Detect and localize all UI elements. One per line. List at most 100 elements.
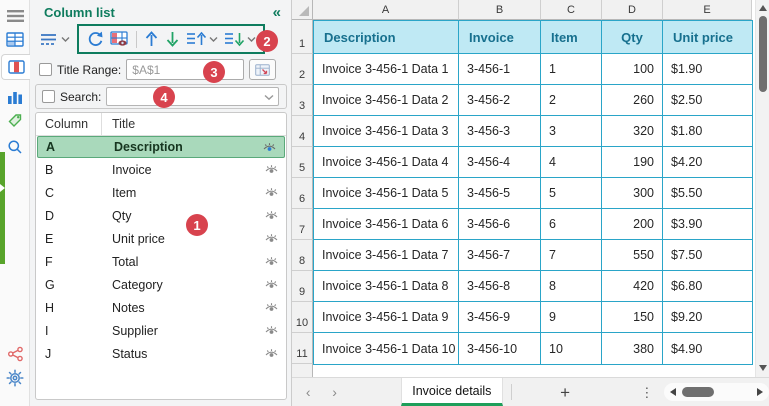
visibility-eye-icon[interactable] <box>256 187 286 198</box>
title-range-input[interactable] <box>126 59 245 80</box>
cell[interactable]: 380 <box>602 333 663 364</box>
move-down-button[interactable] <box>163 26 182 52</box>
list-row-I[interactable]: I Supplier <box>36 319 286 342</box>
cell[interactable]: Invoice 3-456-1 Data 5 <box>314 178 459 208</box>
column-list-tab-icon[interactable] <box>1 54 30 80</box>
visibility-eye-icon[interactable] <box>256 256 286 267</box>
cell[interactable]: Invoice 3-456-1 Data 8 <box>314 271 459 301</box>
search-combobox[interactable] <box>106 87 279 106</box>
cell[interactable]: Invoice 3-456-1 Data 1 <box>314 54 459 84</box>
row-number[interactable]: 4 <box>292 116 313 147</box>
table-view-icon[interactable] <box>0 28 30 50</box>
share-icon[interactable] <box>0 343 30 365</box>
row-number[interactable]: 6 <box>292 178 313 209</box>
row-number[interactable]: 8 <box>292 240 313 271</box>
visibility-eye-icon[interactable] <box>256 164 286 175</box>
cell[interactable]: 5 <box>541 178 602 208</box>
visibility-eye-icon[interactable] <box>256 279 286 290</box>
cell[interactable]: $1.90 <box>663 54 752 84</box>
list-row-F[interactable]: F Total <box>36 250 286 273</box>
row-number[interactable]: 5 <box>292 147 313 178</box>
column-letter-B[interactable]: B <box>459 0 541 20</box>
cell[interactable]: 3-456-3 <box>459 116 541 146</box>
list-options-button[interactable] <box>38 26 72 52</box>
column-letter-C[interactable]: C <box>541 0 602 20</box>
cell[interactable]: 260 <box>602 85 663 115</box>
scroll-left-icon[interactable] <box>670 388 677 396</box>
row-number[interactable]: 7 <box>292 209 313 240</box>
refresh-button[interactable] <box>84 26 106 52</box>
visibility-eye-icon[interactable] <box>256 302 286 313</box>
header-cell[interactable]: Description <box>314 21 459 53</box>
cell[interactable]: Invoice 3-456-1 Data 6 <box>314 209 459 239</box>
cell[interactable]: 3-456-6 <box>459 209 541 239</box>
cell[interactable]: 3-456-4 <box>459 147 541 177</box>
add-sheet-icon[interactable]: + <box>556 384 575 401</box>
show-hide-column-button[interactable] <box>108 26 131 52</box>
list-row-J[interactable]: J Status <box>36 342 286 365</box>
list-row-B[interactable]: B Invoice <box>36 158 286 181</box>
visibility-eye-icon[interactable] <box>256 233 286 244</box>
cell[interactable]: Invoice 3-456-1 Data 7 <box>314 240 459 270</box>
menu-icon[interactable] <box>0 5 30 27</box>
cell[interactable]: 6 <box>541 209 602 239</box>
cell[interactable]: 200 <box>602 209 663 239</box>
title-range-checkbox[interactable] <box>39 63 52 76</box>
move-up-button[interactable] <box>142 26 161 52</box>
cell[interactable]: 100 <box>602 54 663 84</box>
sort-ascending-button[interactable] <box>184 26 220 52</box>
cell[interactable]: 420 <box>602 271 663 301</box>
prev-sheet-icon[interactable]: ‹ <box>298 385 318 399</box>
sheet-tab-invoice-details[interactable]: Invoice details <box>400 378 503 406</box>
list-row-D[interactable]: D Qty <box>36 204 286 227</box>
header-cell[interactable]: Qty <box>602 21 663 53</box>
cell[interactable]: 3-456-5 <box>459 178 541 208</box>
cell[interactable]: 190 <box>602 147 663 177</box>
row-number[interactable]: 3 <box>292 85 313 116</box>
vertical-scrollbar[interactable] <box>755 0 769 377</box>
cell[interactable]: 3-456-8 <box>459 271 541 301</box>
cell[interactable]: $4.20 <box>663 147 752 177</box>
vertical-scroll-thumb[interactable] <box>759 16 767 92</box>
row-number[interactable]: 2 <box>292 54 313 85</box>
cell[interactable]: 3-456-10 <box>459 333 541 364</box>
cell[interactable]: 8 <box>541 271 602 301</box>
chart-icon[interactable] <box>0 86 30 108</box>
cell[interactable]: $7.50 <box>663 240 752 270</box>
horizontal-scroll-thumb[interactable] <box>682 387 715 397</box>
cell[interactable]: 550 <box>602 240 663 270</box>
cell[interactable]: 3-456-7 <box>459 240 541 270</box>
select-all-corner[interactable] <box>292 0 313 20</box>
cell[interactable]: 3-456-9 <box>459 302 541 332</box>
cell[interactable]: $5.50 <box>663 178 752 208</box>
next-sheet-icon[interactable]: › <box>324 385 344 399</box>
visibility-eye-icon[interactable] <box>256 210 286 221</box>
range-picker-button[interactable] <box>249 59 277 80</box>
visibility-eye-icon[interactable] <box>254 142 284 153</box>
cell[interactable]: Invoice 3-456-1 Data 9 <box>314 302 459 332</box>
sort-descending-button[interactable] <box>222 26 258 52</box>
list-row-H[interactable]: H Notes <box>36 296 286 319</box>
horizontal-scrollbar[interactable] <box>664 383 769 401</box>
row-number[interactable]: 1 <box>292 20 313 54</box>
column-letter-E[interactable]: E <box>663 0 752 20</box>
cell[interactable]: 320 <box>602 116 663 146</box>
visibility-eye-icon[interactable] <box>256 348 286 359</box>
cell[interactable]: 2 <box>541 85 602 115</box>
cell[interactable]: 3 <box>541 116 602 146</box>
tag-icon[interactable] <box>0 109 30 131</box>
cell[interactable]: Invoice 3-456-1 Data 10 <box>314 333 459 364</box>
search-checkbox[interactable] <box>42 90 55 103</box>
list-row-E[interactable]: E Unit price <box>36 227 286 250</box>
row-number[interactable] <box>292 364 313 378</box>
cell[interactable]: 4 <box>541 147 602 177</box>
collapse-panel-icon[interactable]: « <box>273 5 281 20</box>
list-row-A[interactable]: A Description <box>37 136 285 158</box>
settings-gear-icon[interactable] <box>0 367 30 389</box>
search-input[interactable] <box>107 88 278 105</box>
cell[interactable]: $4.90 <box>663 333 752 364</box>
visibility-eye-icon[interactable] <box>256 325 286 336</box>
cell[interactable]: $3.90 <box>663 209 752 239</box>
cell[interactable]: Invoice 3-456-1 Data 3 <box>314 116 459 146</box>
cell[interactable]: Invoice 3-456-1 Data 2 <box>314 85 459 115</box>
